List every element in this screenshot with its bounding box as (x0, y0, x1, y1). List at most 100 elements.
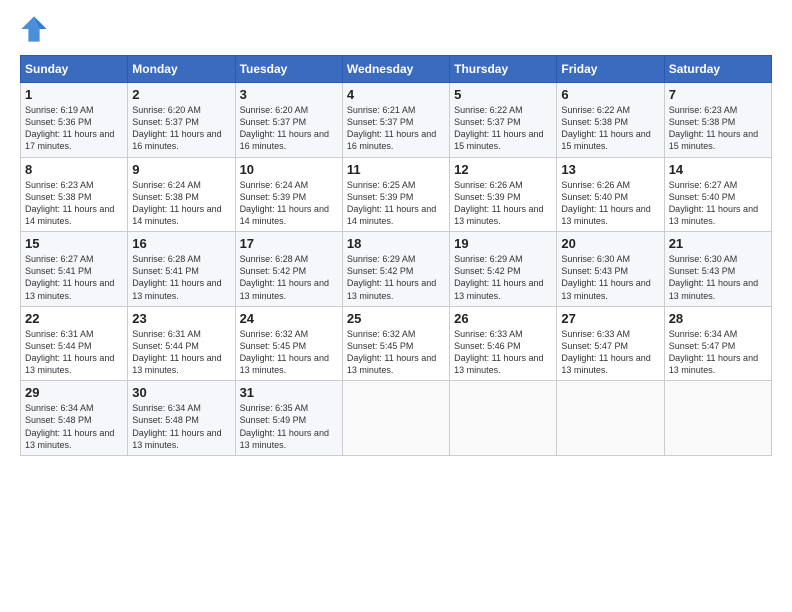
day-number: 28 (669, 311, 767, 326)
day-detail: Sunrise: 6:27 AM Sunset: 5:41 PM Dayligh… (25, 253, 123, 302)
day-detail: Sunrise: 6:23 AM Sunset: 5:38 PM Dayligh… (669, 104, 767, 153)
calendar-day-cell: 8Sunrise: 6:23 AM Sunset: 5:38 PM Daylig… (21, 157, 128, 232)
day-detail: Sunrise: 6:32 AM Sunset: 5:45 PM Dayligh… (240, 328, 338, 377)
calendar-day-cell: 3Sunrise: 6:20 AM Sunset: 5:37 PM Daylig… (235, 83, 342, 158)
day-number: 9 (132, 162, 230, 177)
calendar-week-row: 1 Sunrise: 6:19 AM Sunset: 5:36 PM Daylig… (21, 83, 772, 158)
day-detail: Sunrise: 6:22 AM Sunset: 5:37 PM Dayligh… (454, 104, 552, 153)
day-detail: Sunrise: 6:30 AM Sunset: 5:43 PM Dayligh… (669, 253, 767, 302)
day-detail: Sunrise: 6:31 AM Sunset: 5:44 PM Dayligh… (25, 328, 123, 377)
day-detail: Sunrise: 6:20 AM Sunset: 5:37 PM Dayligh… (240, 104, 338, 153)
weekday-header: Saturday (664, 56, 771, 83)
calendar-day-cell: 20 Sunrise: 6:30 AM Sunset: 5:43 PM Dayli… (557, 232, 664, 307)
day-detail: Sunrise: 6:19 AM Sunset: 5:36 PM Dayligh… (25, 104, 123, 153)
calendar-day-cell: 13 Sunrise: 6:26 AM Sunset: 5:40 PM Dayli… (557, 157, 664, 232)
day-number: 26 (454, 311, 552, 326)
calendar-day-cell: 9 Sunrise: 6:24 AM Sunset: 5:38 PM Daylig… (128, 157, 235, 232)
calendar-day-cell: 21Sunrise: 6:30 AM Sunset: 5:43 PM Dayli… (664, 232, 771, 307)
calendar-day-cell: 30 Sunrise: 6:34 AM Sunset: 5:48 PM Dayli… (128, 381, 235, 456)
calendar-day-cell: 11 Sunrise: 6:25 AM Sunset: 5:39 PM Dayli… (342, 157, 449, 232)
day-detail: Sunrise: 6:24 AM Sunset: 5:38 PM Dayligh… (132, 179, 230, 228)
page-container: SundayMondayTuesdayWednesdayThursdayFrid… (0, 0, 792, 466)
calendar-day-cell: 28 Sunrise: 6:34 AM Sunset: 5:47 PM Dayli… (664, 306, 771, 381)
calendar-day-cell: 25 Sunrise: 6:32 AM Sunset: 5:45 PM Dayli… (342, 306, 449, 381)
calendar-week-row: 8Sunrise: 6:23 AM Sunset: 5:38 PM Daylig… (21, 157, 772, 232)
day-number: 7 (669, 87, 767, 102)
day-detail: Sunrise: 6:30 AM Sunset: 5:43 PM Dayligh… (561, 253, 659, 302)
day-detail: Sunrise: 6:25 AM Sunset: 5:39 PM Dayligh… (347, 179, 445, 228)
weekday-header-row: SundayMondayTuesdayWednesdayThursdayFrid… (21, 56, 772, 83)
calendar-day-cell: 6 Sunrise: 6:22 AM Sunset: 5:38 PM Daylig… (557, 83, 664, 158)
day-number: 31 (240, 385, 338, 400)
day-number: 23 (132, 311, 230, 326)
day-number: 10 (240, 162, 338, 177)
day-number: 19 (454, 236, 552, 251)
calendar-day-cell (342, 381, 449, 456)
day-number: 25 (347, 311, 445, 326)
calendar-day-cell: 14Sunrise: 6:27 AM Sunset: 5:40 PM Dayli… (664, 157, 771, 232)
calendar-day-cell: 12Sunrise: 6:26 AM Sunset: 5:39 PM Dayli… (450, 157, 557, 232)
calendar-day-cell: 1 Sunrise: 6:19 AM Sunset: 5:36 PM Daylig… (21, 83, 128, 158)
calendar-day-cell: 2 Sunrise: 6:20 AM Sunset: 5:37 PM Daylig… (128, 83, 235, 158)
calendar-day-cell: 19 Sunrise: 6:29 AM Sunset: 5:42 PM Dayli… (450, 232, 557, 307)
day-number: 6 (561, 87, 659, 102)
day-detail: Sunrise: 6:21 AM Sunset: 5:37 PM Dayligh… (347, 104, 445, 153)
calendar-day-cell: 15Sunrise: 6:27 AM Sunset: 5:41 PM Dayli… (21, 232, 128, 307)
day-detail: Sunrise: 6:27 AM Sunset: 5:40 PM Dayligh… (669, 179, 767, 228)
day-detail: Sunrise: 6:28 AM Sunset: 5:42 PM Dayligh… (240, 253, 338, 302)
calendar-day-cell: 24 Sunrise: 6:32 AM Sunset: 5:45 PM Dayli… (235, 306, 342, 381)
calendar-week-row: 22 Sunrise: 6:31 AM Sunset: 5:44 PM Dayli… (21, 306, 772, 381)
calendar-day-cell: 31 Sunrise: 6:35 AM Sunset: 5:49 PM Dayli… (235, 381, 342, 456)
day-number: 22 (25, 311, 123, 326)
day-detail: Sunrise: 6:29 AM Sunset: 5:42 PM Dayligh… (347, 253, 445, 302)
day-detail: Sunrise: 6:34 AM Sunset: 5:48 PM Dayligh… (25, 402, 123, 451)
day-detail: Sunrise: 6:28 AM Sunset: 5:41 PM Dayligh… (132, 253, 230, 302)
calendar-day-cell: 18 Sunrise: 6:29 AM Sunset: 5:42 PM Dayli… (342, 232, 449, 307)
day-number: 27 (561, 311, 659, 326)
day-number: 18 (347, 236, 445, 251)
day-detail: Sunrise: 6:33 AM Sunset: 5:46 PM Dayligh… (454, 328, 552, 377)
weekday-header: Wednesday (342, 56, 449, 83)
calendar-day-cell: 17 Sunrise: 6:28 AM Sunset: 5:42 PM Dayli… (235, 232, 342, 307)
calendar-week-row: 15Sunrise: 6:27 AM Sunset: 5:41 PM Dayli… (21, 232, 772, 307)
calendar-day-cell: 22 Sunrise: 6:31 AM Sunset: 5:44 PM Dayli… (21, 306, 128, 381)
day-detail: Sunrise: 6:29 AM Sunset: 5:42 PM Dayligh… (454, 253, 552, 302)
day-detail: Sunrise: 6:22 AM Sunset: 5:38 PM Dayligh… (561, 104, 659, 153)
calendar-day-cell: 4 Sunrise: 6:21 AM Sunset: 5:37 PM Daylig… (342, 83, 449, 158)
day-number: 29 (25, 385, 123, 400)
day-detail: Sunrise: 6:34 AM Sunset: 5:47 PM Dayligh… (669, 328, 767, 377)
day-detail: Sunrise: 6:34 AM Sunset: 5:48 PM Dayligh… (132, 402, 230, 451)
day-number: 30 (132, 385, 230, 400)
day-number: 13 (561, 162, 659, 177)
day-number: 11 (347, 162, 445, 177)
day-number: 2 (132, 87, 230, 102)
calendar-day-cell: 7 Sunrise: 6:23 AM Sunset: 5:38 PM Daylig… (664, 83, 771, 158)
day-detail: Sunrise: 6:23 AM Sunset: 5:38 PM Dayligh… (25, 179, 123, 228)
weekday-header: Thursday (450, 56, 557, 83)
day-number: 20 (561, 236, 659, 251)
calendar-day-cell: 23 Sunrise: 6:31 AM Sunset: 5:44 PM Dayli… (128, 306, 235, 381)
day-detail: Sunrise: 6:35 AM Sunset: 5:49 PM Dayligh… (240, 402, 338, 451)
calendar-day-cell: 10Sunrise: 6:24 AM Sunset: 5:39 PM Dayli… (235, 157, 342, 232)
day-number: 16 (132, 236, 230, 251)
day-detail: Sunrise: 6:26 AM Sunset: 5:40 PM Dayligh… (561, 179, 659, 228)
weekday-header: Tuesday (235, 56, 342, 83)
calendar-day-cell (664, 381, 771, 456)
weekday-header: Monday (128, 56, 235, 83)
weekday-header: Friday (557, 56, 664, 83)
day-detail: Sunrise: 6:32 AM Sunset: 5:45 PM Dayligh… (347, 328, 445, 377)
day-number: 1 (25, 87, 123, 102)
day-number: 4 (347, 87, 445, 102)
calendar-day-cell (557, 381, 664, 456)
calendar-day-cell: 5Sunrise: 6:22 AM Sunset: 5:37 PM Daylig… (450, 83, 557, 158)
day-detail: Sunrise: 6:26 AM Sunset: 5:39 PM Dayligh… (454, 179, 552, 228)
header (20, 15, 772, 43)
day-detail: Sunrise: 6:33 AM Sunset: 5:47 PM Dayligh… (561, 328, 659, 377)
day-number: 24 (240, 311, 338, 326)
day-number: 17 (240, 236, 338, 251)
calendar-day-cell: 16 Sunrise: 6:28 AM Sunset: 5:41 PM Dayli… (128, 232, 235, 307)
day-detail: Sunrise: 6:20 AM Sunset: 5:37 PM Dayligh… (132, 104, 230, 153)
calendar-day-cell (450, 381, 557, 456)
day-detail: Sunrise: 6:31 AM Sunset: 5:44 PM Dayligh… (132, 328, 230, 377)
calendar-day-cell: 26 Sunrise: 6:33 AM Sunset: 5:46 PM Dayli… (450, 306, 557, 381)
